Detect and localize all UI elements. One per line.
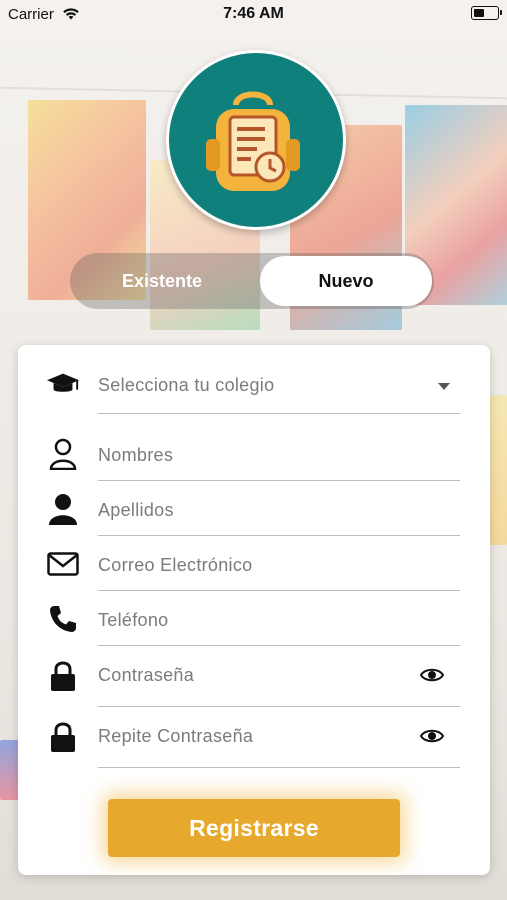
password-placeholder: Contraseña — [98, 665, 195, 685]
first-names-field[interactable]: Nombres — [18, 437, 490, 481]
field-underline — [98, 413, 460, 414]
repeat-password-placeholder: Repite Contraseña — [98, 726, 254, 746]
user-outline-icon — [46, 437, 80, 471]
envelope-icon — [46, 547, 80, 581]
email-placeholder: Correo Electrónico — [98, 555, 253, 575]
battery-tip — [500, 10, 502, 15]
battery-icon — [471, 6, 502, 20]
battery-level — [474, 9, 484, 17]
registration-form: Selecciona tu colegio Nombres Apellidos — [18, 345, 490, 875]
eye-icon[interactable] — [419, 728, 445, 749]
backpack-clock-icon — [206, 91, 300, 191]
last-names-placeholder: Apellidos — [98, 500, 174, 520]
field-underline — [98, 590, 460, 591]
lock-icon — [46, 659, 80, 693]
graduation-cap-icon — [46, 367, 80, 401]
phone-field[interactable]: Teléfono — [18, 602, 490, 646]
app-logo — [166, 50, 346, 230]
phone-icon — [46, 602, 80, 636]
lock-icon — [46, 720, 80, 754]
user-filled-icon — [46, 492, 80, 526]
field-underline — [98, 706, 460, 707]
field-underline — [98, 767, 460, 768]
account-type-toggle: Existente Nuevo — [70, 253, 434, 309]
first-names-placeholder: Nombres — [98, 445, 174, 465]
email-field[interactable]: Correo Electrónico — [18, 547, 490, 591]
register-button[interactable]: Registrarse — [108, 799, 400, 857]
school-select[interactable]: Selecciona tu colegio — [18, 367, 490, 417]
eye-icon[interactable] — [419, 667, 445, 688]
field-underline — [98, 535, 460, 536]
last-names-field[interactable]: Apellidos — [18, 492, 490, 536]
phone-placeholder: Teléfono — [98, 610, 169, 630]
password-field[interactable]: Contraseña — [18, 657, 490, 707]
field-underline — [98, 645, 460, 646]
status-time: 7:46 AM — [223, 5, 284, 22]
tab-new[interactable]: Nuevo — [260, 256, 432, 306]
status-bar: Carrier 7:46 AM — [0, 0, 507, 28]
tab-existing[interactable]: Existente — [70, 253, 254, 309]
field-underline — [98, 480, 460, 481]
school-select-placeholder: Selecciona tu colegio — [98, 375, 275, 395]
repeat-password-field[interactable]: Repite Contraseña — [18, 718, 490, 768]
chevron-down-icon — [438, 383, 450, 390]
